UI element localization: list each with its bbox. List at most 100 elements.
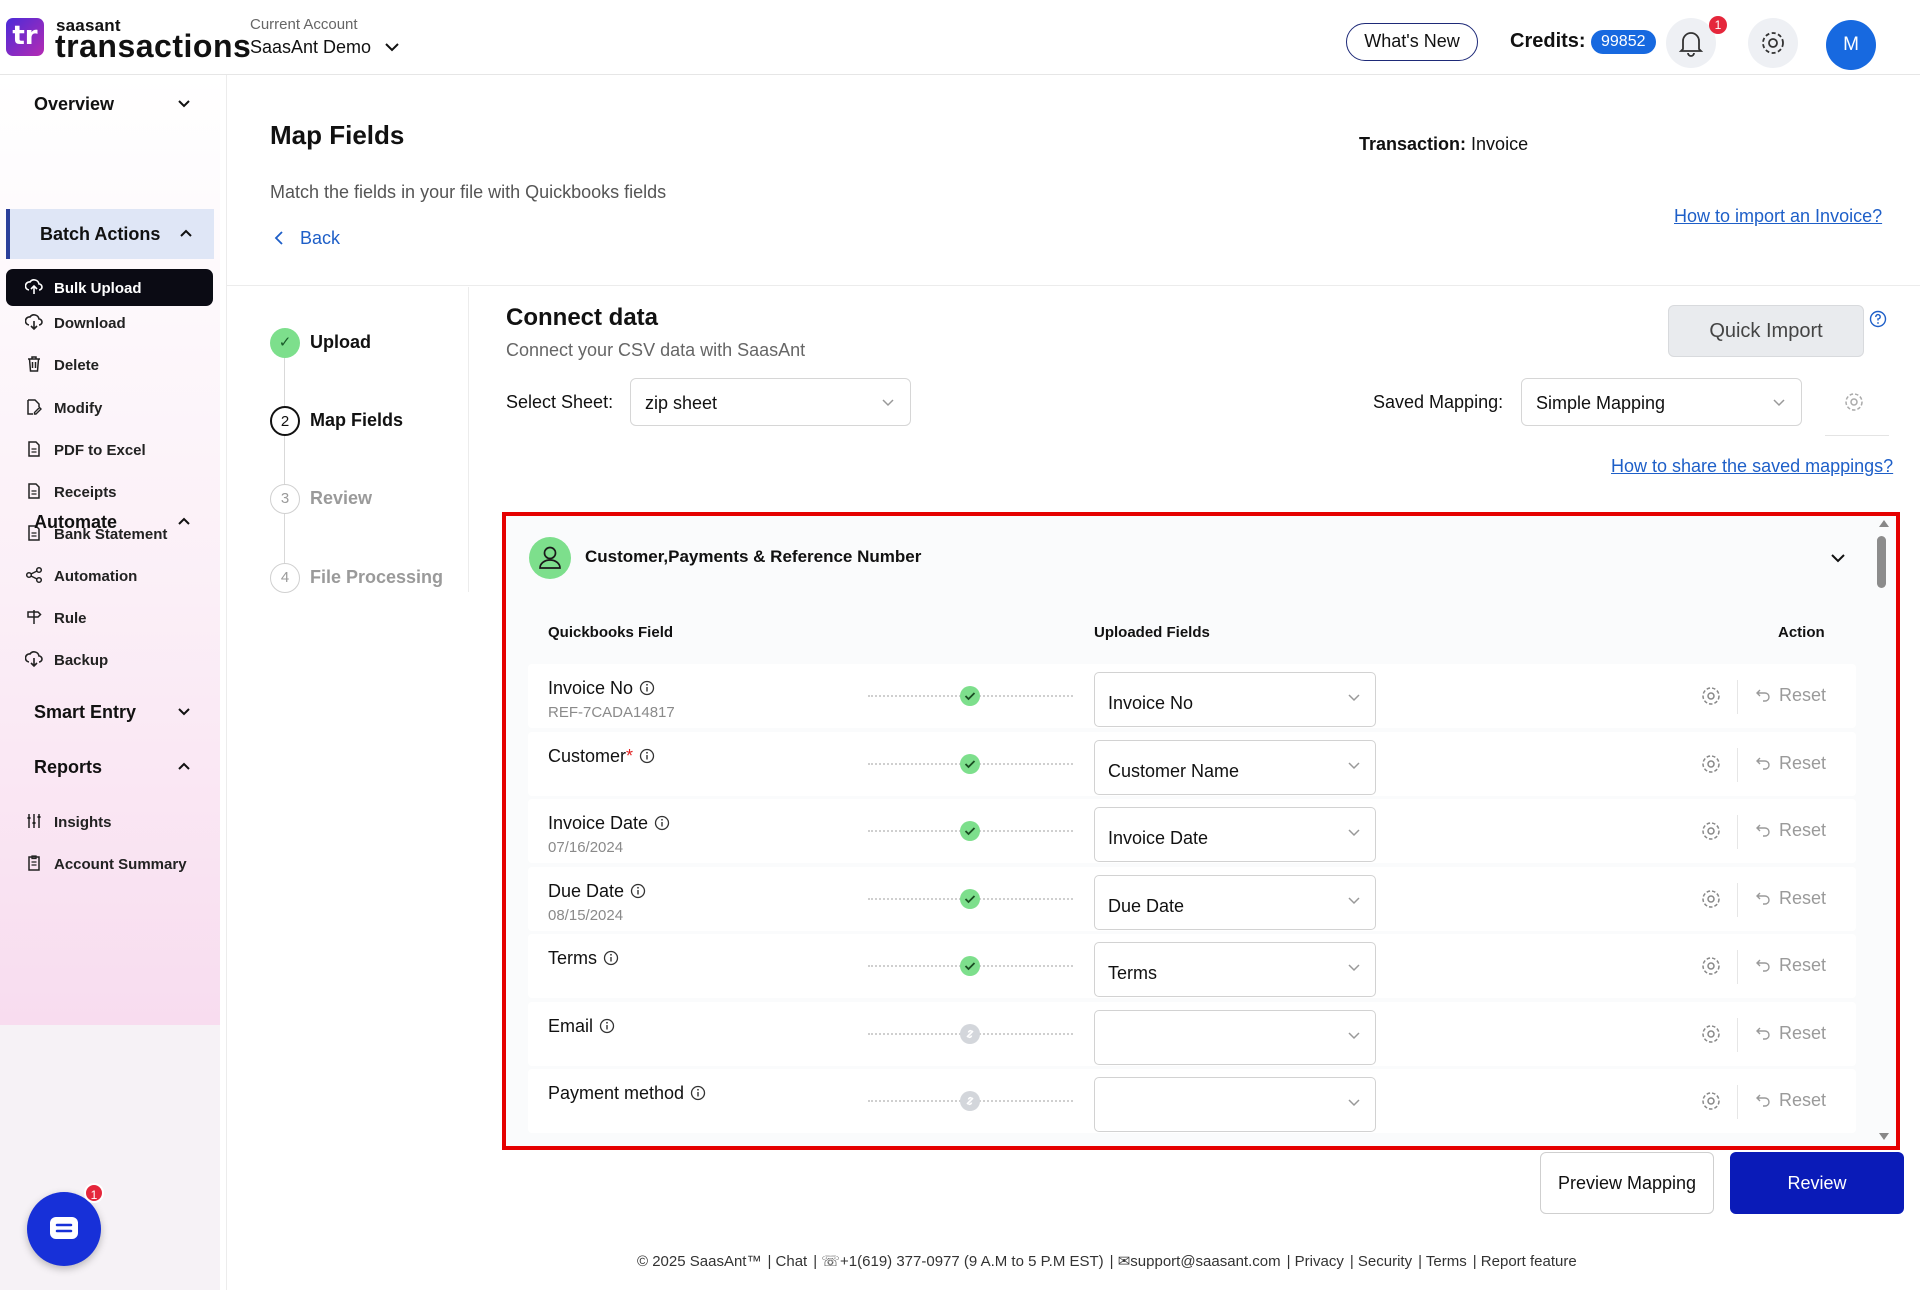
chevron-up-icon[interactable] (177, 759, 191, 773)
help-icon[interactable] (1869, 310, 1887, 328)
uploaded-field-select[interactable] (1094, 1010, 1376, 1065)
transaction-type: Transaction: Invoice (1359, 134, 1528, 155)
review-button[interactable]: Review (1730, 1152, 1904, 1214)
batch-actions-label: Batch Actions (40, 224, 161, 244)
uploaded-field-value: Due Date (1108, 896, 1185, 916)
preview-mapping-button[interactable]: Preview Mapping (1540, 1152, 1714, 1214)
user-avatar[interactable]: M (1826, 20, 1876, 70)
edit-document-icon (25, 398, 43, 416)
step-3-indicator: 3 (270, 484, 300, 514)
saved-mapping-dropdown[interactable]: Simple Mapping (1521, 378, 1802, 426)
quick-import-button[interactable]: Quick Import (1668, 305, 1864, 357)
clipboard-icon (25, 854, 43, 872)
undo-icon (1755, 755, 1771, 771)
step-1-label: Upload (310, 332, 371, 352)
receipt-icon (25, 482, 43, 500)
how-to-import-link[interactable]: How to import an Invoice? (1674, 206, 1882, 227)
footer-link[interactable]: | ☏+1(619) 377-0977 (9 A.M to 5 P.M EST) (813, 1253, 1103, 1270)
chevron-down-icon (880, 394, 896, 410)
table-row: Customer* Customer Name Reset (528, 732, 1856, 796)
footer-link[interactable]: | ✉support@saasant.com (1110, 1253, 1281, 1270)
logo[interactable]: tr (6, 18, 44, 56)
chevron-up-icon[interactable] (179, 226, 193, 240)
info-icon[interactable] (690, 1085, 706, 1101)
field-settings-icon[interactable] (1700, 888, 1722, 910)
sidebar-section-batch-actions[interactable]: Batch Actions (6, 209, 214, 259)
undo-icon (1755, 890, 1771, 906)
account-selector[interactable]: SaasAnt Demo (250, 37, 371, 58)
settings-button[interactable] (1748, 18, 1798, 68)
scrollbar-thumb[interactable] (1877, 536, 1886, 588)
sidebar-section-automate[interactable]: Automate (34, 512, 117, 533)
footer-link[interactable]: | Chat (767, 1253, 807, 1270)
back-label: Back (300, 228, 341, 248)
chevron-down-icon[interactable] (383, 38, 401, 56)
mapping-settings-icon[interactable] (1843, 391, 1865, 413)
trash-icon (25, 355, 43, 373)
chevron-down-icon[interactable] (177, 704, 191, 718)
info-icon[interactable] (603, 950, 619, 966)
table-row: Email Reset (528, 1002, 1856, 1066)
uploaded-field-select[interactable]: Invoice No (1094, 672, 1376, 727)
sidebar-section-overview[interactable]: Overview (34, 94, 114, 115)
footer-link[interactable]: | Terms (1418, 1253, 1467, 1270)
uploaded-field-select[interactable] (1094, 1077, 1376, 1132)
sidebar-section-smart-entry[interactable]: Smart Entry (34, 702, 136, 723)
chevron-down-icon (1346, 892, 1362, 908)
reset-label: Reset (1779, 820, 1827, 840)
whats-new-button[interactable]: What's New (1346, 23, 1478, 61)
stepper-line (284, 355, 285, 580)
uploaded-field-value: Customer Name (1108, 761, 1240, 781)
uploaded-field-select[interactable]: Due Date (1094, 875, 1376, 930)
field-settings-icon[interactable] (1700, 685, 1722, 707)
field-settings-icon[interactable] (1700, 820, 1722, 842)
quickbooks-field-name: Invoice No (548, 678, 655, 699)
chevron-down-icon[interactable] (1828, 548, 1848, 568)
field-settings-icon[interactable] (1700, 955, 1722, 977)
sidebar-item-bulk-upload[interactable]: Bulk Upload (6, 269, 213, 306)
sidebar-item-label: Backup (54, 652, 109, 669)
table-row: Terms Terms Reset (528, 934, 1856, 998)
sidebar-item-label: Receipts (54, 484, 117, 501)
divider (1737, 1085, 1738, 1119)
field-settings-icon[interactable] (1700, 1023, 1722, 1045)
scrollbar[interactable] (1872, 516, 1896, 1146)
header-divider (226, 285, 1920, 286)
saved-mapping-value: Simple Mapping (1536, 393, 1666, 413)
info-icon[interactable] (630, 883, 646, 899)
select-sheet-dropdown[interactable]: zip sheet (630, 378, 911, 426)
step-4-indicator: 4 (270, 563, 300, 593)
field-sample-value: 08/15/2024 (548, 907, 624, 924)
info-icon[interactable] (639, 680, 655, 696)
field-settings-icon[interactable] (1700, 1090, 1722, 1112)
sidebar-section-reports[interactable]: Reports (34, 757, 102, 778)
info-icon[interactable] (654, 815, 670, 831)
info-icon[interactable] (639, 748, 655, 764)
chat-button[interactable] (27, 1192, 101, 1266)
chevron-down-icon (1346, 959, 1362, 975)
transaction-value: Invoice (1471, 134, 1529, 154)
chevron-down-icon[interactable] (177, 96, 191, 110)
chevron-up-icon[interactable] (177, 514, 191, 528)
field-name-text: Due Date (548, 881, 625, 901)
footer-link[interactable]: | Report feature (1473, 1253, 1577, 1270)
footer-link[interactable]: | Privacy (1287, 1253, 1344, 1270)
cloud-backup-icon (25, 650, 43, 668)
gear-icon (1762, 32, 1784, 54)
undo-icon (1755, 1092, 1771, 1108)
page-subtitle: Match the fields in your file with Quick… (270, 182, 667, 202)
uploaded-field-select[interactable]: Terms (1094, 942, 1376, 997)
section-title: Customer,Payments & Reference Number (585, 547, 922, 566)
field-name-text: Customer (548, 746, 627, 766)
footer-link[interactable]: | Security (1350, 1253, 1412, 1270)
divider (1737, 748, 1738, 782)
footer: © 2025 SaasAnt™ | Chat | ☏+1(619) 377-0977… (637, 1252, 1583, 1270)
uploaded-field-select[interactable]: Customer Name (1094, 740, 1376, 795)
field-settings-icon[interactable] (1700, 753, 1722, 775)
info-icon[interactable] (599, 1018, 615, 1034)
chevron-down-icon (1771, 394, 1787, 410)
connect-data-subtitle: Connect your CSV data with SaasAnt (506, 340, 806, 360)
uploaded-field-select[interactable]: Invoice Date (1094, 807, 1376, 862)
how-to-share-mappings-link[interactable]: How to share the saved mappings? (1611, 456, 1893, 477)
reset-label: Reset (1779, 888, 1827, 908)
